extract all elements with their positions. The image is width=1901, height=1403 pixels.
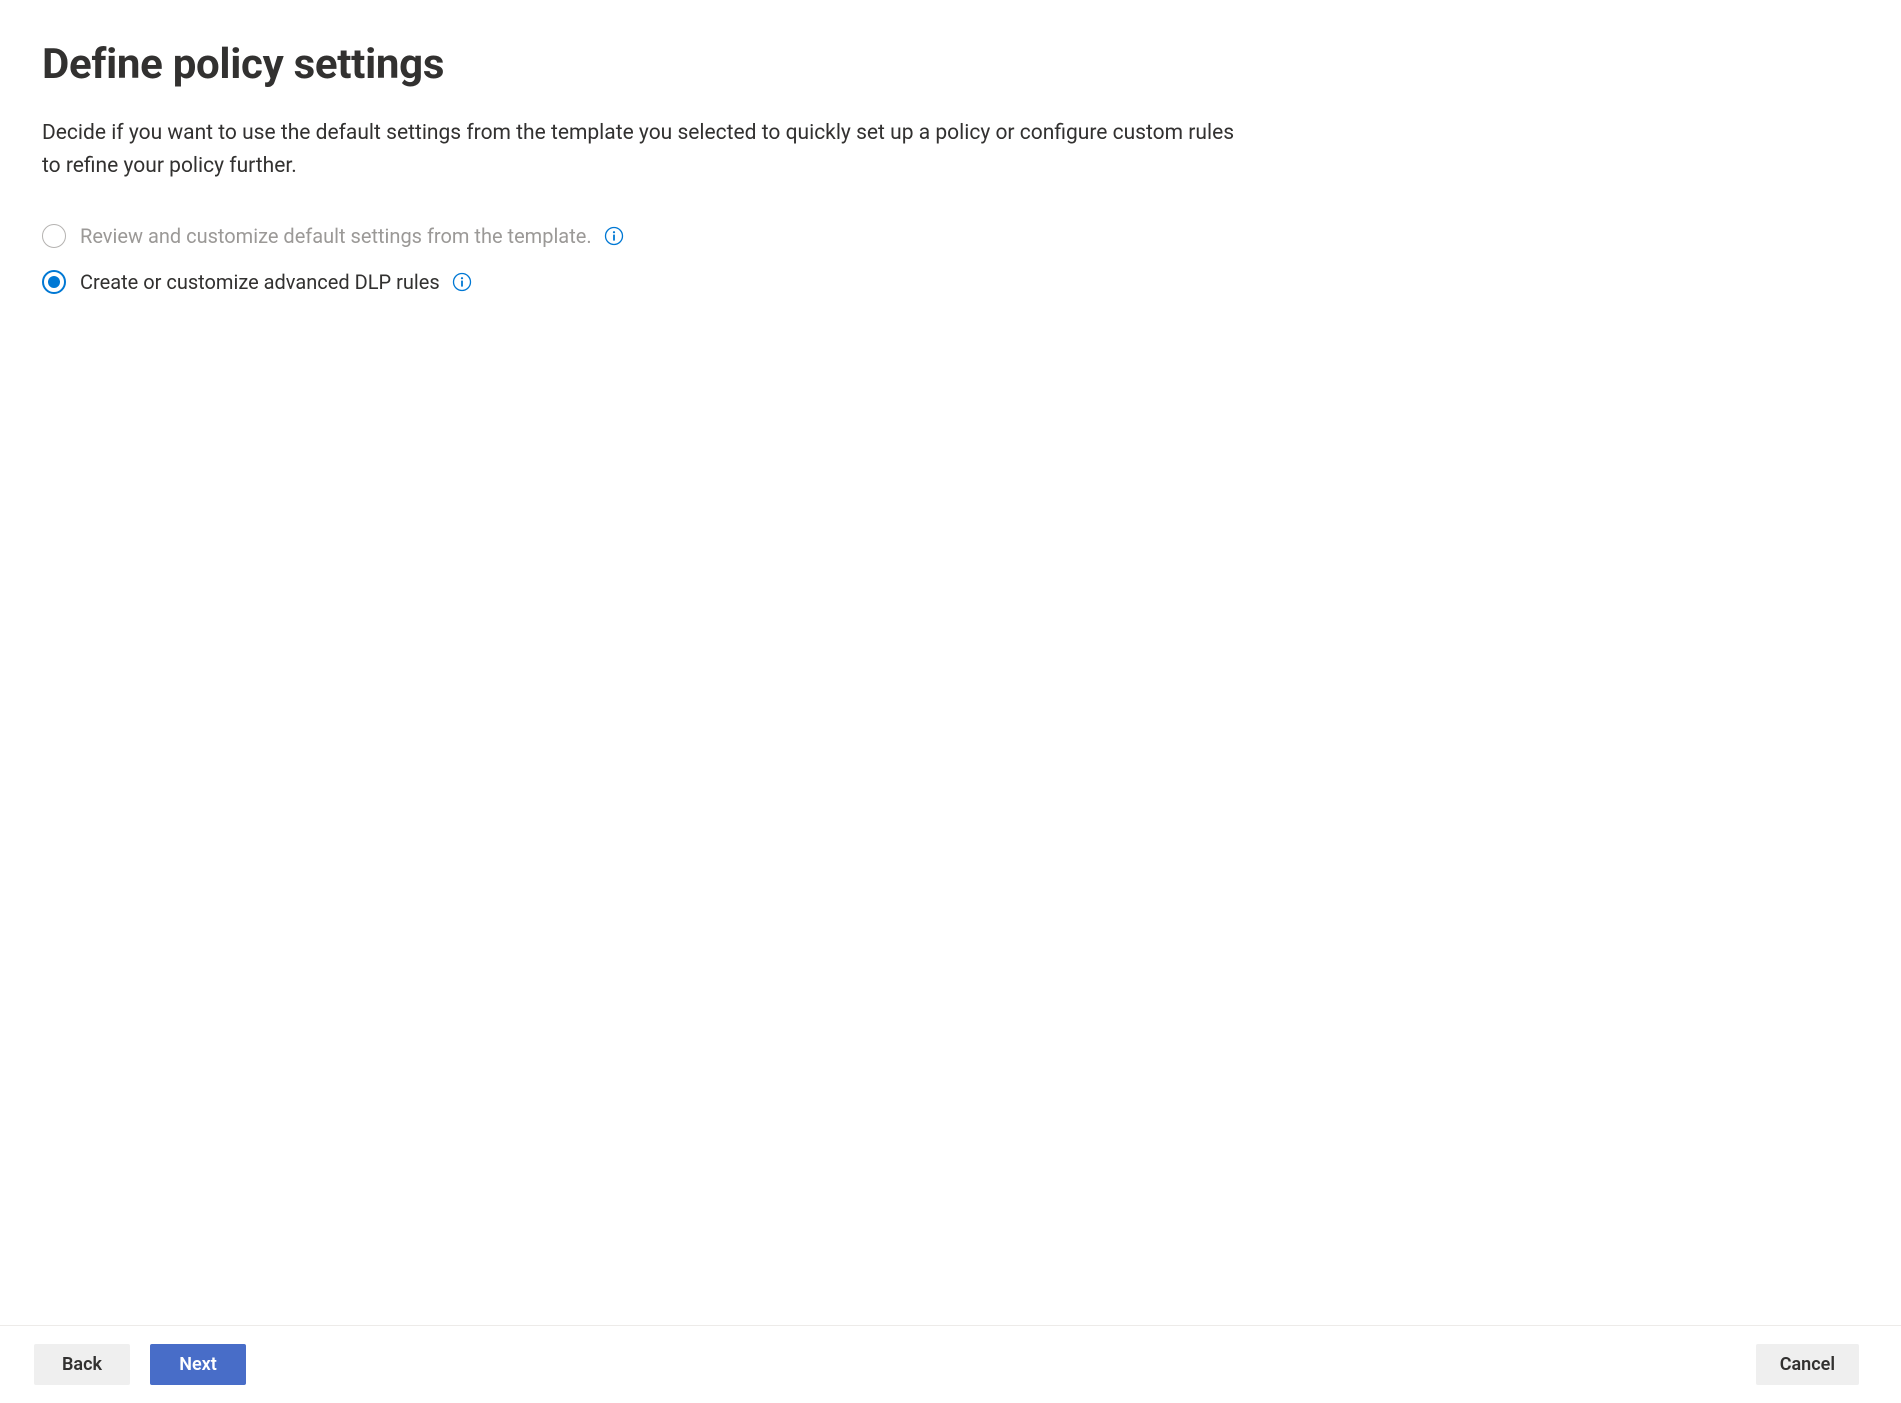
next-button[interactable]: Next [150,1344,246,1385]
radio-input-default-settings [42,224,66,248]
radio-input-advanced-rules[interactable] [42,270,66,294]
policy-settings-radio-group: Review and customize default settings fr… [42,224,1859,294]
radio-label-advanced-rules: Create or customize advanced DLP rules [80,270,440,294]
info-icon[interactable] [452,272,472,292]
radio-checked-dot [48,276,60,288]
page-title: Define policy settings [42,40,1859,89]
cancel-button[interactable]: Cancel [1756,1344,1859,1385]
info-icon[interactable] [604,226,624,246]
radio-option-default-settings: Review and customize default settings fr… [42,224,1859,248]
main-content: Define policy settings Decide if you wan… [0,0,1901,1325]
back-button[interactable]: Back [34,1344,130,1385]
page-description: Decide if you want to use the default se… [42,117,1242,182]
radio-option-advanced-rules[interactable]: Create or customize advanced DLP rules [42,270,1859,294]
wizard-footer: Back Next Cancel [0,1325,1901,1403]
radio-label-default-settings: Review and customize default settings fr… [80,224,592,248]
